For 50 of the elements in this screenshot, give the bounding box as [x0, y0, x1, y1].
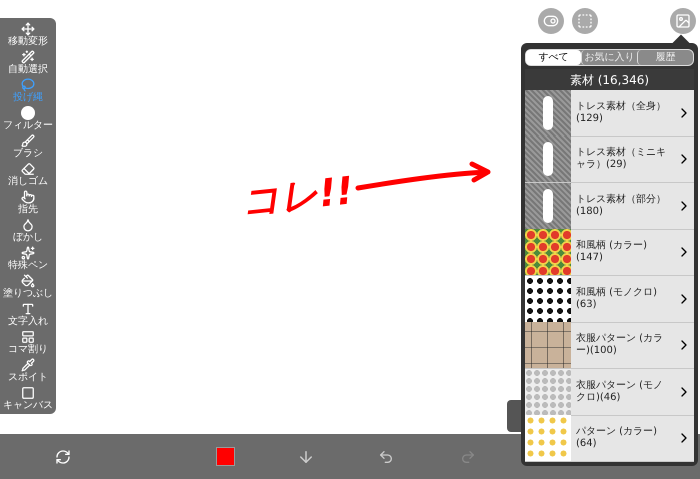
finger-icon	[21, 190, 35, 204]
material-category-row[interactable]: パターン (カラー)(64)	[525, 416, 694, 462]
material-category-row[interactable]: トレス素材（ミニキャラ）(29)	[525, 136, 694, 183]
transform-icon[interactable]	[55, 448, 71, 464]
tool-button[interactable]: 指先	[0, 188, 56, 216]
material-category-row[interactable]: トレス素材（全身）(129)	[525, 90, 694, 136]
sparkle-pen-icon	[21, 246, 35, 260]
thumbnail-placeholder	[525, 276, 571, 322]
tool-button[interactable]: 消しゴム	[0, 160, 56, 188]
brush-icon	[21, 134, 35, 148]
tool-button[interactable]: スポイト	[0, 356, 56, 384]
text-icon	[21, 302, 35, 316]
tool-button[interactable]: コマ割り	[0, 328, 56, 356]
move-icon	[21, 22, 35, 36]
tool-button[interactable]: キャンバス	[0, 384, 56, 412]
panel-tab[interactable]: 履歴	[637, 50, 693, 65]
tool-button[interactable]: 自動選択	[0, 48, 56, 76]
color-swatch[interactable]	[216, 447, 235, 466]
canvas-icon	[21, 386, 35, 400]
toggle-icon[interactable]	[538, 8, 564, 34]
tool-button[interactable]: フィルター	[0, 104, 56, 132]
material-icon[interactable]	[670, 8, 696, 34]
tool-button[interactable]: 塗りつぶし	[0, 272, 56, 300]
panel-tab[interactable]: すべて	[526, 50, 581, 65]
thumbnail-placeholder	[525, 322, 571, 368]
paint-bucket-icon	[21, 274, 35, 288]
material-category-row[interactable]: 衣服パターン (カラー)(100)	[525, 322, 694, 369]
tool-button[interactable]: ぼかし	[0, 216, 56, 244]
material-category-row[interactable]: トレス素材（部分）(180)	[525, 183, 694, 230]
material-category-row[interactable]: 和風柄 (モノクロ)(63)	[525, 276, 694, 322]
material-category-row[interactable]: 衣服パターン (モノクロ)(46)	[525, 369, 694, 416]
eraser-icon	[21, 162, 35, 176]
lasso-icon	[21, 78, 35, 92]
magic-wand-icon	[21, 50, 35, 64]
panel-header: 素材 (16,346)	[525, 69, 694, 90]
undo-icon[interactable]	[378, 448, 394, 464]
drop-icon	[21, 218, 35, 232]
thumbnail-placeholder	[525, 415, 571, 462]
panel-tab[interactable]: お気に入り	[581, 50, 637, 65]
thumbnail-placeholder	[525, 229, 571, 276]
tool-button[interactable]: 移動変形	[0, 20, 56, 48]
material-category-row[interactable]: 和風柄 (カラー)(147)	[525, 230, 694, 276]
eyedropper-icon	[21, 358, 35, 372]
tool-button[interactable]: 文字入れ	[0, 300, 56, 328]
thumbnail-placeholder	[525, 368, 571, 415]
selection-icon[interactable]	[572, 8, 598, 34]
tool-button[interactable]: ブラシ	[0, 132, 56, 160]
handwritten-text: コレ!!	[238, 167, 356, 226]
tool-button[interactable]: 特殊ペン	[0, 244, 56, 272]
panel-layout-icon	[21, 330, 35, 344]
